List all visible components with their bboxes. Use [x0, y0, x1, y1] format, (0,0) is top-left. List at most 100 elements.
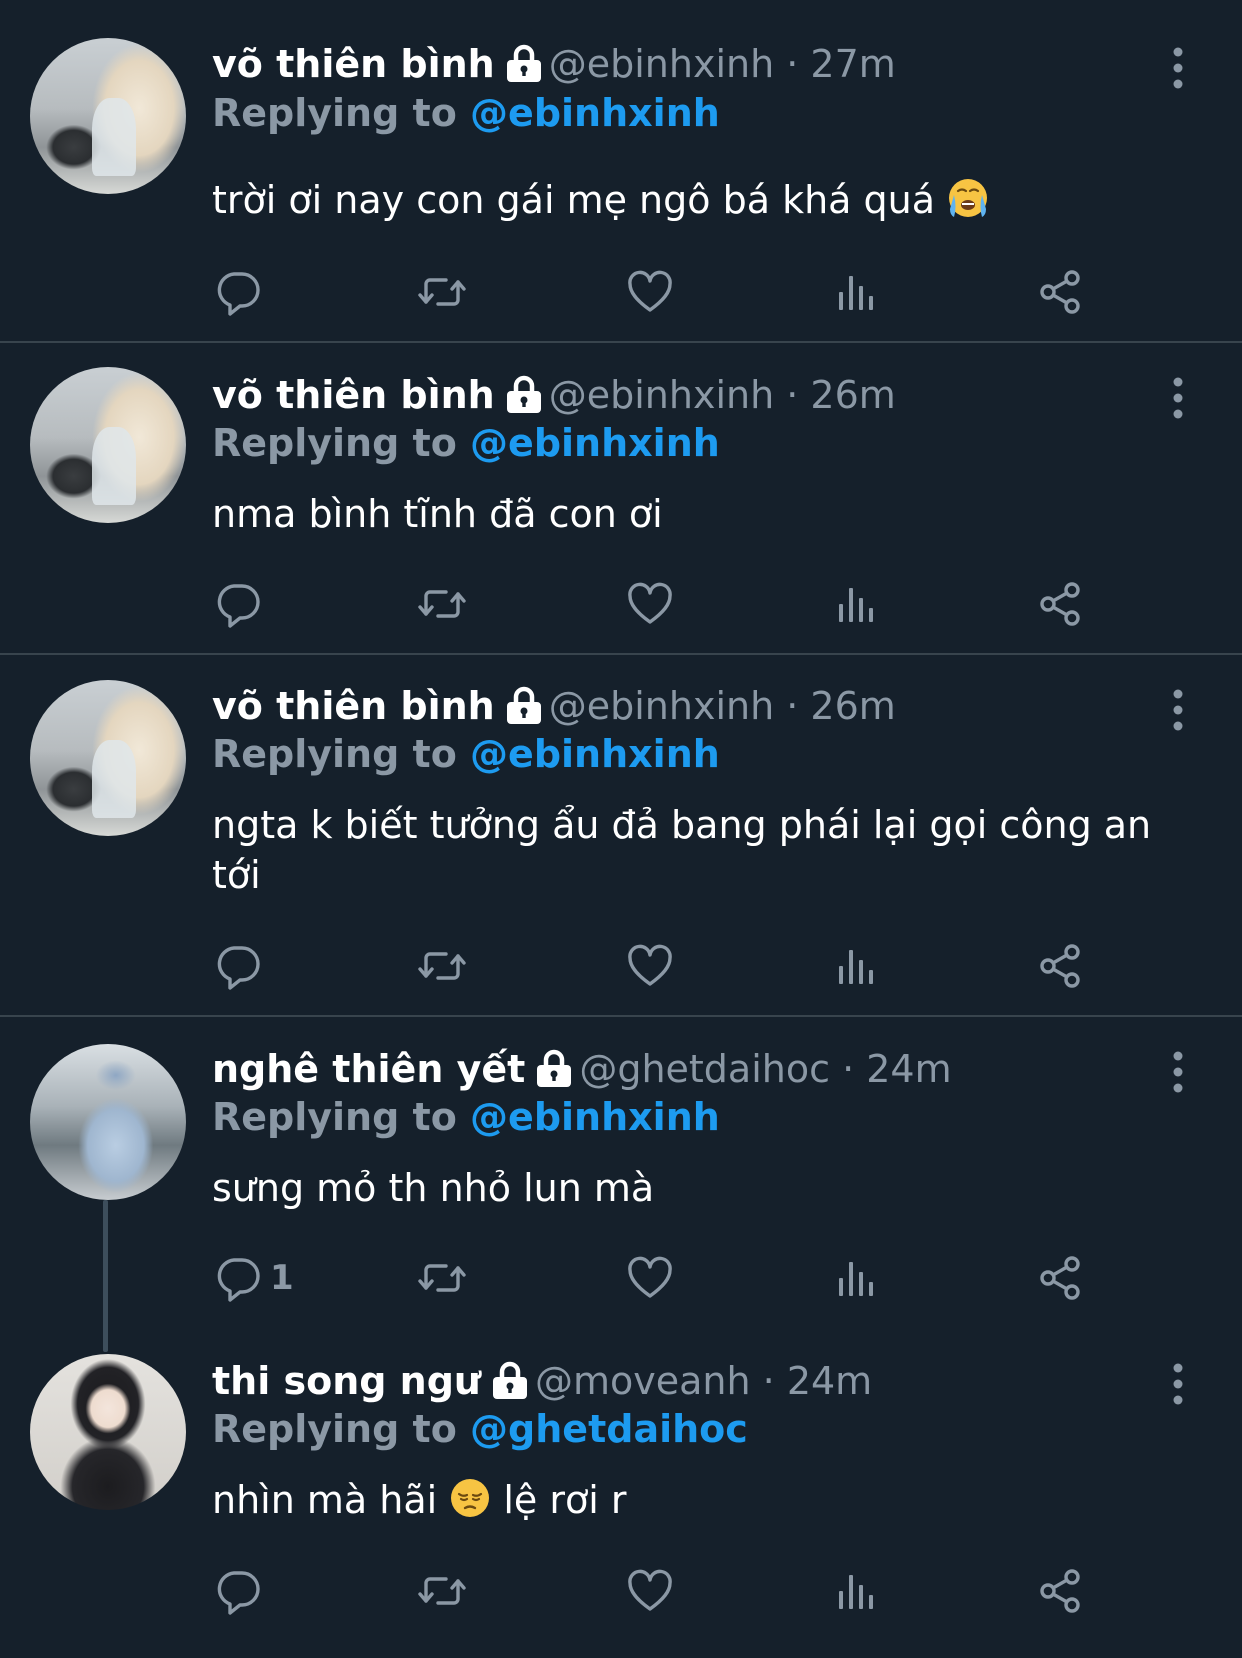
reply-button[interactable] — [214, 941, 270, 991]
display-name[interactable]: nghê thiên yết — [212, 1047, 525, 1091]
lock-icon — [535, 1049, 573, 1089]
retweet-icon — [418, 1567, 466, 1615]
like-button[interactable] — [626, 1253, 674, 1303]
pensive-face-emoji — [449, 1477, 491, 1519]
like-button[interactable] — [626, 941, 674, 991]
tweet-header: võ thiên bình @ebinhxinh · 26m — [212, 373, 896, 423]
handle-time: @ebinhxinh · 26m — [548, 684, 896, 728]
share-button[interactable] — [1036, 1566, 1084, 1616]
replying-to-label: Replying to — [212, 421, 457, 465]
more-vertical-icon[interactable] — [1168, 46, 1188, 90]
replying-to: Replying to @ebinhxinh — [212, 732, 720, 776]
replying-to-label: Replying to — [212, 1407, 457, 1451]
reply-count: 1 — [270, 1258, 294, 1298]
retweet-icon — [418, 580, 466, 628]
action-bar — [0, 1566, 1242, 1616]
avatar[interactable] — [30, 1044, 186, 1200]
tweet-text-content: sưng mỏ th nhỏ lun mà — [212, 1166, 655, 1210]
share-button[interactable] — [1036, 579, 1084, 629]
tweet[interactable]: nghê thiên yết @ghetdaihoc · 24m Replying… — [0, 1017, 1242, 1329]
reply-icon — [214, 580, 262, 628]
heart-icon — [626, 1567, 674, 1615]
retweet-button[interactable] — [418, 579, 466, 629]
heart-icon — [626, 1254, 674, 1302]
tweet[interactable]: võ thiên bình @ebinhxinh · 26m Replying t… — [0, 343, 1242, 655]
retweet-button[interactable] — [418, 267, 466, 317]
tweet[interactable]: thi song ngư @moveanh · 24m Replying to @… — [0, 1329, 1242, 1658]
tweet-header: thi song ngư @moveanh · 24m — [212, 1359, 872, 1409]
tweet-header: võ thiên bình @ebinhxinh · 27m — [212, 42, 896, 92]
share-icon — [1036, 1567, 1084, 1615]
avatar[interactable] — [30, 38, 186, 194]
reply-button[interactable] — [214, 267, 270, 317]
replying-to-label: Replying to — [212, 1095, 457, 1139]
display-name[interactable]: võ thiên bình — [212, 684, 495, 728]
heart-icon — [626, 942, 674, 990]
views-icon — [832, 1254, 880, 1302]
share-icon — [1036, 942, 1084, 990]
replying-to-handle[interactable]: @ghetdaihoc — [470, 1407, 748, 1451]
handle-time: @ebinhxinh · 27m — [548, 42, 896, 86]
reply-icon — [214, 268, 262, 316]
replying-to-handle[interactable]: @ebinhxinh — [470, 1095, 720, 1139]
action-bar — [0, 267, 1242, 317]
replying-to: Replying to @ghetdaihoc — [212, 1407, 748, 1451]
replying-to: Replying to @ebinhxinh — [212, 421, 720, 465]
views-button[interactable] — [832, 941, 880, 991]
heart-icon — [626, 580, 674, 628]
views-icon — [832, 942, 880, 990]
reply-icon — [214, 1567, 262, 1615]
retweet-icon — [418, 942, 466, 990]
like-button[interactable] — [626, 579, 674, 629]
like-button[interactable] — [626, 1566, 674, 1616]
more-vertical-icon[interactable] — [1168, 1362, 1188, 1406]
display-name[interactable]: võ thiên bình — [212, 42, 495, 86]
views-icon — [832, 580, 880, 628]
action-bar — [0, 941, 1242, 991]
action-bar: 1 — [0, 1253, 1242, 1303]
replying-to: Replying to @ebinhxinh — [212, 91, 720, 135]
share-button[interactable] — [1036, 941, 1084, 991]
views-button[interactable] — [832, 579, 880, 629]
tweet-text-content: nma bình tĩnh đã con ơi — [212, 492, 663, 536]
share-button[interactable] — [1036, 267, 1084, 317]
more-vertical-icon[interactable] — [1168, 688, 1188, 732]
views-button[interactable] — [832, 1253, 880, 1303]
views-icon — [832, 268, 880, 316]
tweet[interactable]: võ thiên bình @ebinhxinh · 26m Replying t… — [0, 655, 1242, 1015]
share-icon — [1036, 268, 1084, 316]
retweet-icon — [418, 1254, 466, 1302]
display-name[interactable]: võ thiên bình — [212, 373, 495, 417]
replying-to-label: Replying to — [212, 732, 457, 776]
tweet[interactable]: võ thiên bình @ebinhxinh · 27m Replying t… — [0, 0, 1242, 342]
avatar[interactable] — [30, 1354, 186, 1510]
share-button[interactable] — [1036, 1253, 1084, 1303]
views-icon — [832, 1567, 880, 1615]
replying-to-handle[interactable]: @ebinhxinh — [470, 421, 720, 465]
reply-button[interactable] — [214, 579, 270, 629]
lock-icon — [505, 375, 543, 415]
retweet-button[interactable] — [418, 1253, 466, 1303]
replying-to-handle[interactable]: @ebinhxinh — [470, 91, 720, 135]
heart-icon — [626, 268, 674, 316]
lock-icon — [505, 44, 543, 84]
like-button[interactable] — [626, 267, 674, 317]
action-bar — [0, 579, 1242, 629]
replying-to-handle[interactable]: @ebinhxinh — [470, 732, 720, 776]
more-vertical-icon[interactable] — [1168, 1050, 1188, 1094]
display-name[interactable]: thi song ngư — [212, 1359, 481, 1403]
tweet-text: nhìn mà hãi lệ rơi r — [212, 1475, 1172, 1525]
retweet-button[interactable] — [418, 941, 466, 991]
share-icon — [1036, 1254, 1084, 1302]
views-button[interactable] — [832, 1566, 880, 1616]
retweet-button[interactable] — [418, 1566, 466, 1616]
reply-button[interactable] — [214, 1566, 270, 1616]
lock-icon — [505, 686, 543, 726]
avatar[interactable] — [30, 367, 186, 523]
tweet-text-before: nhìn mà hãi — [212, 1478, 438, 1522]
tweet-text-content: ngta k biết tưởng ẩu đả bang phái lại gọ… — [212, 803, 1152, 897]
reply-button[interactable]: 1 — [214, 1253, 294, 1303]
views-button[interactable] — [832, 267, 880, 317]
more-vertical-icon[interactable] — [1168, 376, 1188, 420]
avatar[interactable] — [30, 680, 186, 836]
